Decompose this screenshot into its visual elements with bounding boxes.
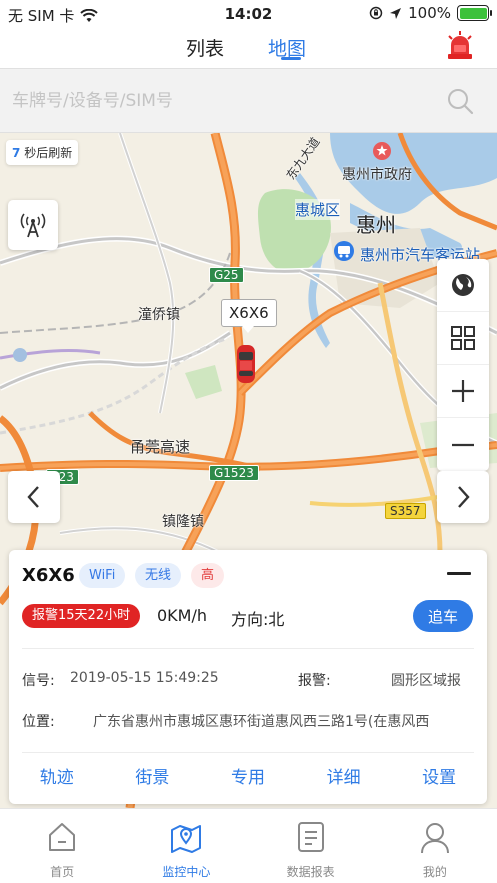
- chevron-right-icon: [458, 486, 470, 508]
- map-controls: [437, 259, 489, 471]
- map-label-huizhou: 惠州: [356, 213, 396, 237]
- bottom-nav: 首页 监控中心 数据报表 我的: [0, 808, 497, 883]
- vehicle-speed: 0KM/h: [157, 606, 208, 625]
- nav-profile[interactable]: 我的: [373, 809, 497, 883]
- antenna-icon: [20, 213, 46, 238]
- zoom-out-button[interactable]: [437, 418, 489, 471]
- vehicle-plate: X6X6: [22, 565, 75, 586]
- tag-high: 高: [191, 563, 225, 588]
- vehicle-direction: 方向:北: [231, 610, 285, 629]
- car-callout[interactable]: X6X6: [221, 299, 277, 333]
- nav-monitor[interactable]: 监控中心: [124, 809, 248, 883]
- settings-button[interactable]: 设置: [391, 754, 487, 804]
- globe-icon: [452, 274, 474, 296]
- zoom-in-button[interactable]: [437, 365, 489, 418]
- details-button[interactable]: 详细: [296, 754, 392, 804]
- grid-icon: [451, 326, 475, 350]
- header: 列表 地图: [0, 28, 497, 68]
- vehicle-info-panel: X6X6 WiFi 无线 高 报警15天22小时 0KM/h 方向:北 追车 信…: [9, 550, 487, 804]
- track-button[interactable]: 轨迹: [9, 754, 105, 804]
- chevron-left-icon: [27, 486, 39, 508]
- road-badge-g1523: G1523: [209, 465, 259, 481]
- refresh-count: 7: [12, 146, 21, 160]
- alarm-value: 圆形区域报: [391, 673, 461, 689]
- layers-button[interactable]: [437, 312, 489, 365]
- signal-label: 信号:: [22, 673, 55, 689]
- prev-vehicle-button[interactable]: [8, 471, 60, 523]
- nav-home[interactable]: 首页: [0, 809, 124, 883]
- nav-reports[interactable]: 数据报表: [249, 809, 373, 883]
- tag-wireless: 无线: [135, 563, 182, 588]
- map-label-city-gov: 惠州市政府: [342, 167, 412, 183]
- signal-time: 2019-05-15 15:49:25: [70, 670, 219, 686]
- map-label-tongqiao: 潼侨镇: [138, 307, 180, 323]
- battery-icon: [457, 5, 492, 21]
- report-icon: [297, 822, 324, 852]
- collapse-icon[interactable]: [447, 572, 471, 575]
- search-bar: [0, 68, 497, 133]
- action-bar: 轨迹 街景 专用 详细 设置: [9, 754, 487, 804]
- alarm-light-icon[interactable]: [445, 30, 475, 60]
- road-badge-s357: S357: [385, 503, 426, 519]
- map-type-button[interactable]: [437, 259, 489, 312]
- tab-list[interactable]: 列表: [186, 34, 224, 61]
- nav-profile-label: 我的: [422, 865, 447, 879]
- map-location-icon: [171, 825, 202, 853]
- user-icon: [420, 823, 449, 854]
- tab-indicator: [281, 57, 301, 60]
- nav-reports-label: 数据报表: [286, 865, 335, 879]
- road-badge-g25: G25: [209, 267, 244, 283]
- location-value: 广东省惠州市惠城区惠环街道惠风西三路1号(在惠风西: [93, 714, 430, 730]
- refresh-countdown: 7 秒后刷新: [6, 140, 79, 165]
- map-label-yongguan: 甬莞高速: [130, 438, 191, 456]
- car-icon[interactable]: [235, 343, 257, 385]
- minus-icon: [452, 443, 474, 446]
- location-icon: [390, 7, 402, 19]
- status-bar: 无 SIM 卡 14:02 100%: [0, 0, 497, 28]
- home-icon: [49, 823, 76, 851]
- tag-wifi: WiFi: [79, 563, 126, 588]
- map-label-zhenlong: 镇隆镇: [162, 514, 204, 530]
- plus-icon: [452, 380, 474, 402]
- nav-monitor-label: 监控中心: [162, 865, 211, 879]
- refresh-suffix: 秒后刷新: [24, 146, 73, 160]
- next-vehicle-button[interactable]: [437, 471, 489, 523]
- signal-button[interactable]: [8, 200, 58, 250]
- location-label: 位置:: [22, 714, 55, 730]
- follow-car-button[interactable]: 追车: [413, 600, 473, 632]
- map-label-huicheng: 惠城区: [295, 199, 341, 220]
- street-view-button[interactable]: 街景: [105, 754, 201, 804]
- divider: [22, 648, 474, 649]
- alarm-duration-badge: 报警15天22小时: [22, 604, 141, 628]
- orientation-lock-icon: [369, 6, 383, 20]
- divider: [22, 752, 474, 753]
- battery-percent: 100%: [408, 4, 451, 22]
- status-right: 100%: [369, 4, 492, 22]
- search-input[interactable]: [12, 81, 432, 121]
- dedicated-button[interactable]: 专用: [200, 754, 296, 804]
- alarm-label: 报警:: [298, 673, 331, 689]
- nav-home-label: 首页: [50, 865, 75, 879]
- search-icon[interactable]: [446, 87, 474, 115]
